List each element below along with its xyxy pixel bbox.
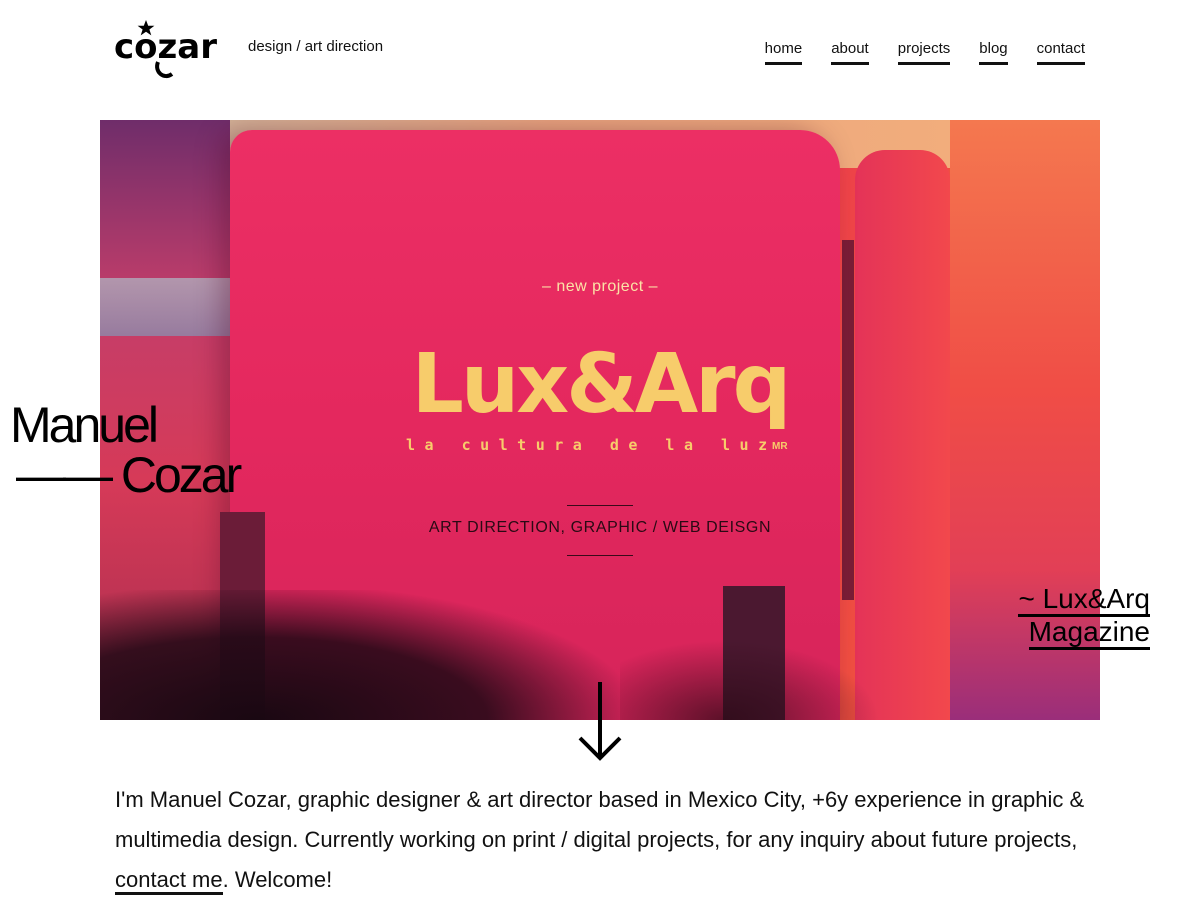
logo[interactable]: cozar [114, 18, 232, 82]
project-caption: ~ Lux&Arq Magazine [1018, 582, 1150, 650]
nav-contact[interactable]: contact [1036, 41, 1085, 65]
project-link-line1[interactable]: ~ Lux&Arq [1018, 583, 1150, 617]
logo-text: cozar [114, 27, 217, 67]
designer-name-last: —— Cozar [16, 447, 242, 503]
hero-kicker: – new project – [541, 278, 658, 295]
hero-pillar [855, 150, 950, 720]
logo-wordmark: cozar [114, 20, 217, 79]
main-nav: home about projects blog contact [764, 41, 1085, 65]
nav-about[interactable]: about [831, 41, 869, 65]
contact-me-link[interactable]: contact me [115, 867, 223, 895]
nav-home[interactable]: home [764, 41, 803, 65]
hero-services: ART DIRECTION, GRAPHIC / WEB DEISGN [428, 519, 772, 536]
intro-text: I'm Manuel Cozar, graphic designer & art… [115, 787, 1085, 852]
tagline: design / art direction [248, 38, 384, 55]
hero-plants [100, 590, 620, 720]
nav-projects[interactable]: projects [897, 41, 951, 65]
hero-brand-subtitle: la cultura de la luz [406, 436, 777, 454]
designer-name-first: Manuel [10, 397, 159, 453]
intro-welcome: . Welcome! [222, 867, 333, 892]
designer-name: Manuel —— Cozar [10, 397, 242, 503]
project-link-line2[interactable]: Magazine [1028, 616, 1150, 650]
nav-blog[interactable]: blog [979, 41, 1008, 65]
hero-rule-top [567, 505, 633, 506]
arrow-down-icon[interactable] [576, 680, 624, 764]
hero-brand-title: Lux&Arq [411, 337, 792, 432]
intro-paragraph: I'm Manuel Cozar, graphic designer & art… [115, 780, 1095, 900]
hero-brand-mark: MR [772, 441, 788, 452]
hero-plants-shadow [620, 640, 880, 720]
hero-rule-bottom [567, 555, 633, 556]
hero-banner[interactable]: – new project – Lux&Arq la cultura de la… [100, 120, 1100, 720]
